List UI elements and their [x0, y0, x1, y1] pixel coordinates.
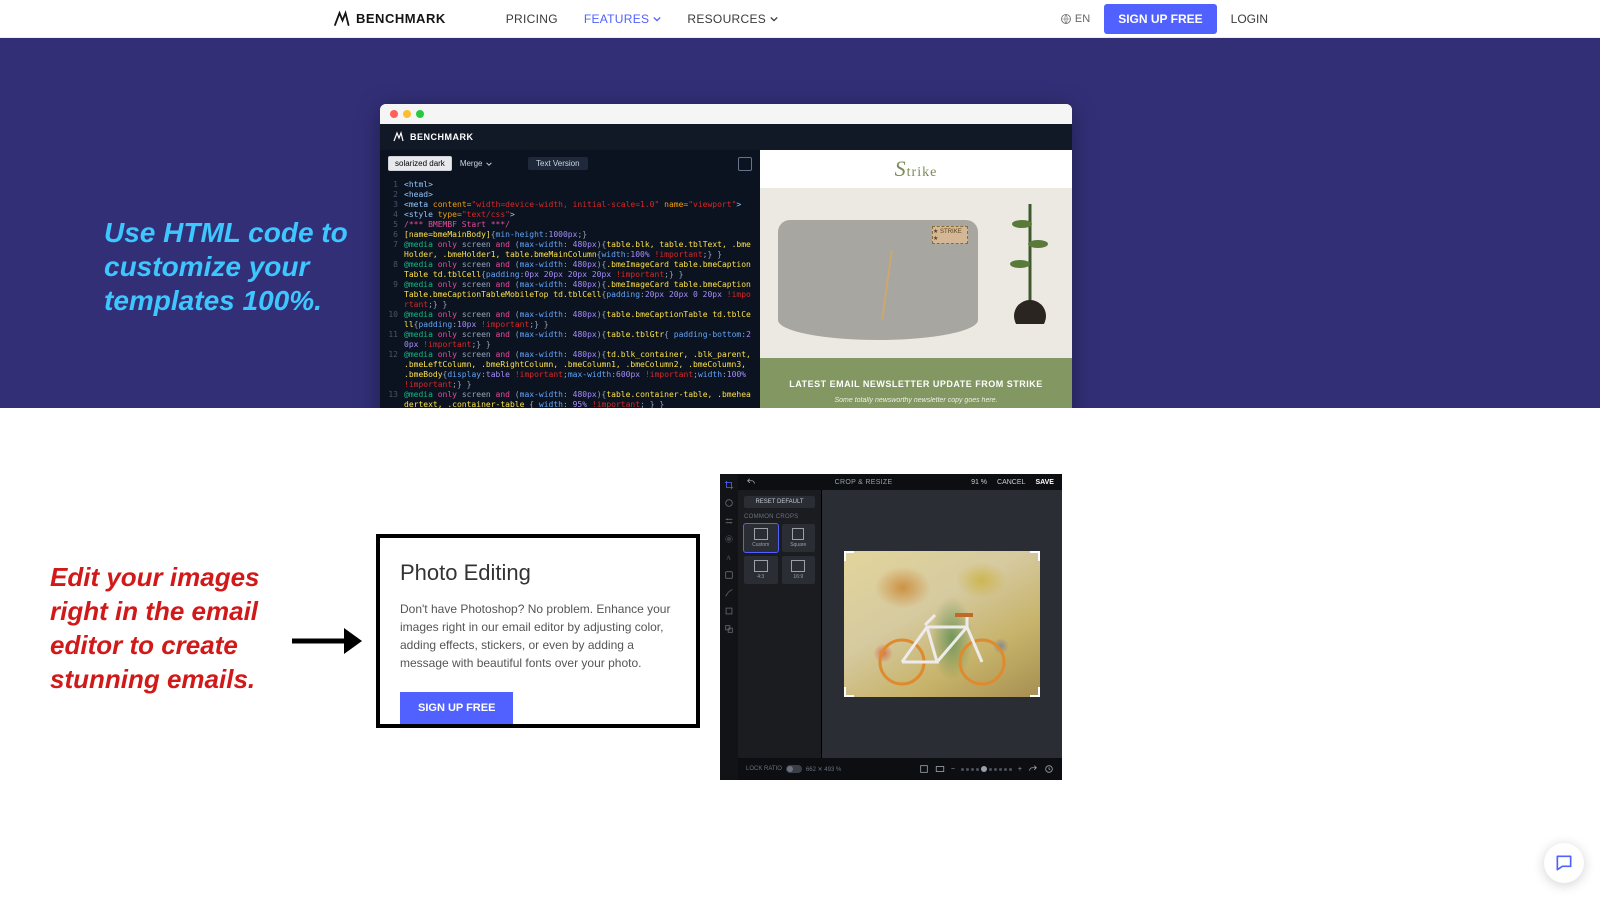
preview-brand: Strike [760, 150, 1072, 188]
actual-size-icon[interactable] [935, 764, 945, 774]
minimize-dot-icon [403, 110, 411, 118]
photo-editing-card: Photo Editing Don't have Photoshop? No p… [376, 534, 700, 728]
save-button[interactable]: SAVE [1035, 479, 1054, 486]
login-link[interactable]: LOGIN [1231, 12, 1268, 26]
plant-icon [1000, 194, 1060, 324]
adjust-icon[interactable] [724, 516, 734, 526]
fit-screen-icon[interactable] [919, 764, 929, 774]
reset-default-button[interactable]: RESET DEFAULT [744, 496, 815, 508]
cancel-button[interactable]: CANCEL [997, 479, 1025, 486]
email-preview-pane: Strike ★ STRIKE ★ [760, 150, 1072, 408]
preview-brand-text: trike [907, 165, 938, 180]
canvas-photo [844, 551, 1040, 697]
frame-icon[interactable] [724, 606, 734, 616]
chevron-down-icon [770, 15, 778, 23]
editor-vertical-toolbar: A [720, 474, 738, 780]
lock-ratio-toggle[interactable]: LOCK RATIO 662 ✕ 493 % [746, 765, 841, 773]
sticker-icon[interactable] [724, 570, 734, 580]
code-block[interactable]: 1<html>2<head>3<meta content="width=devi… [380, 176, 760, 408]
close-dot-icon [390, 110, 398, 118]
brand-text: BENCHMARK [356, 11, 446, 26]
callout-photo-editing: Edit your images right in the email edit… [50, 560, 290, 696]
zoom-controls: − + [919, 764, 1054, 774]
overlay-icon[interactable] [724, 624, 734, 634]
top-nav: BENCHMARK PRICING FEATURES RESOURCES EN … [0, 0, 1600, 38]
nav-right: EN SIGN UP FREE LOGIN [1060, 4, 1268, 34]
preview-subcopy: Some totally newsworthy newsletter copy … [834, 397, 997, 404]
crop-preset[interactable]: Custom [744, 524, 778, 552]
benchmark-logo-icon [392, 131, 404, 143]
filter-icon[interactable] [724, 498, 734, 508]
theme-select[interactable]: solarized dark [388, 156, 452, 171]
maximize-dot-icon [416, 110, 424, 118]
preview-footer: LATEST EMAIL NEWSLETTER UPDATE FROM STRI… [760, 358, 1072, 408]
crop-handle-tr[interactable] [1030, 551, 1040, 561]
editor-zoom-readout: 91 % [971, 479, 987, 486]
card-title: Photo Editing [400, 560, 676, 586]
redo-icon[interactable] [1028, 764, 1038, 774]
editor-canvas[interactable] [822, 490, 1062, 758]
browser-mock: BENCHMARK solarized dark Merge Text Vers… [380, 104, 1072, 408]
card-signup-button[interactable]: SIGN UP FREE [400, 692, 513, 724]
mac-titlebar [380, 104, 1072, 124]
crop-handle-tl[interactable] [844, 551, 854, 561]
crop-handle-br[interactable] [1030, 687, 1040, 697]
brush-icon[interactable] [724, 588, 734, 598]
chevron-down-icon [653, 15, 661, 23]
crop-preset[interactable]: 4:3 [744, 556, 778, 584]
section-photo-editing: Edit your images right in the email edit… [0, 408, 1600, 898]
image-editor-mock: A CROP & RESIZE 91 % CANCEL SAVE RESET D… [720, 474, 1062, 780]
card-body: Don't have Photoshop? No problem. Enhanc… [400, 600, 676, 672]
expand-icon[interactable] [738, 157, 752, 171]
crop-preset[interactable]: 16:9 [782, 556, 816, 584]
app-brand-text: BENCHMARK [410, 132, 474, 142]
chat-icon [1554, 853, 1574, 873]
benchmark-logo-icon [332, 10, 350, 28]
zoom-slider[interactable] [961, 766, 1012, 772]
app-header: BENCHMARK [380, 124, 1072, 150]
focus-icon[interactable] [724, 534, 734, 544]
undo-icon[interactable] [746, 477, 756, 487]
product-tag: ★ STRIKE ★ [932, 226, 968, 244]
callout-html-code: Use HTML code to customize your template… [104, 216, 364, 318]
text-icon[interactable]: A [724, 552, 734, 562]
preview-headline: LATEST EMAIL NEWSLETTER UPDATE FROM STRI… [789, 379, 1043, 389]
crop-handle-bl[interactable] [844, 687, 854, 697]
chevron-down-icon [486, 161, 492, 167]
section-html-code: Use HTML code to customize your template… [0, 38, 1600, 408]
preview-hero-image: ★ STRIKE ★ [760, 188, 1072, 358]
language-switch[interactable]: EN [1060, 13, 1090, 25]
svg-text:A: A [726, 555, 731, 562]
arrow-right-icon [292, 626, 362, 656]
code-toolbar: solarized dark Merge Text Version [388, 156, 752, 171]
chat-fab[interactable] [1544, 843, 1584, 883]
globe-icon [1060, 13, 1072, 25]
brand-logo[interactable]: BENCHMARK [332, 10, 446, 28]
nav-item-resources[interactable]: RESOURCES [687, 12, 778, 26]
history-icon[interactable] [1044, 764, 1054, 774]
crop-icon[interactable] [724, 480, 734, 490]
common-crops-label: COMMON CROPS [744, 514, 815, 520]
editor-topbar: CROP & RESIZE 91 % CANCEL SAVE [738, 474, 1062, 490]
editor-bottombar: LOCK RATIO 662 ✕ 493 % − + [738, 758, 1062, 780]
nav-item-pricing[interactable]: PRICING [506, 12, 558, 26]
nav-menu: PRICING FEATURES RESOURCES [506, 12, 778, 26]
text-version-button[interactable]: Text Version [528, 157, 588, 170]
code-editor-pane: solarized dark Merge Text Version 1<html… [380, 150, 760, 408]
merge-dropdown[interactable]: Merge [460, 159, 492, 168]
crop-preset[interactable]: Square [782, 524, 816, 552]
crop-panel: RESET DEFAULT COMMON CROPS CustomSquare4… [738, 490, 822, 758]
nav-item-features[interactable]: FEATURES [584, 12, 662, 26]
signup-button[interactable]: SIGN UP FREE [1104, 4, 1216, 34]
editor-title: CROP & RESIZE [835, 479, 893, 486]
